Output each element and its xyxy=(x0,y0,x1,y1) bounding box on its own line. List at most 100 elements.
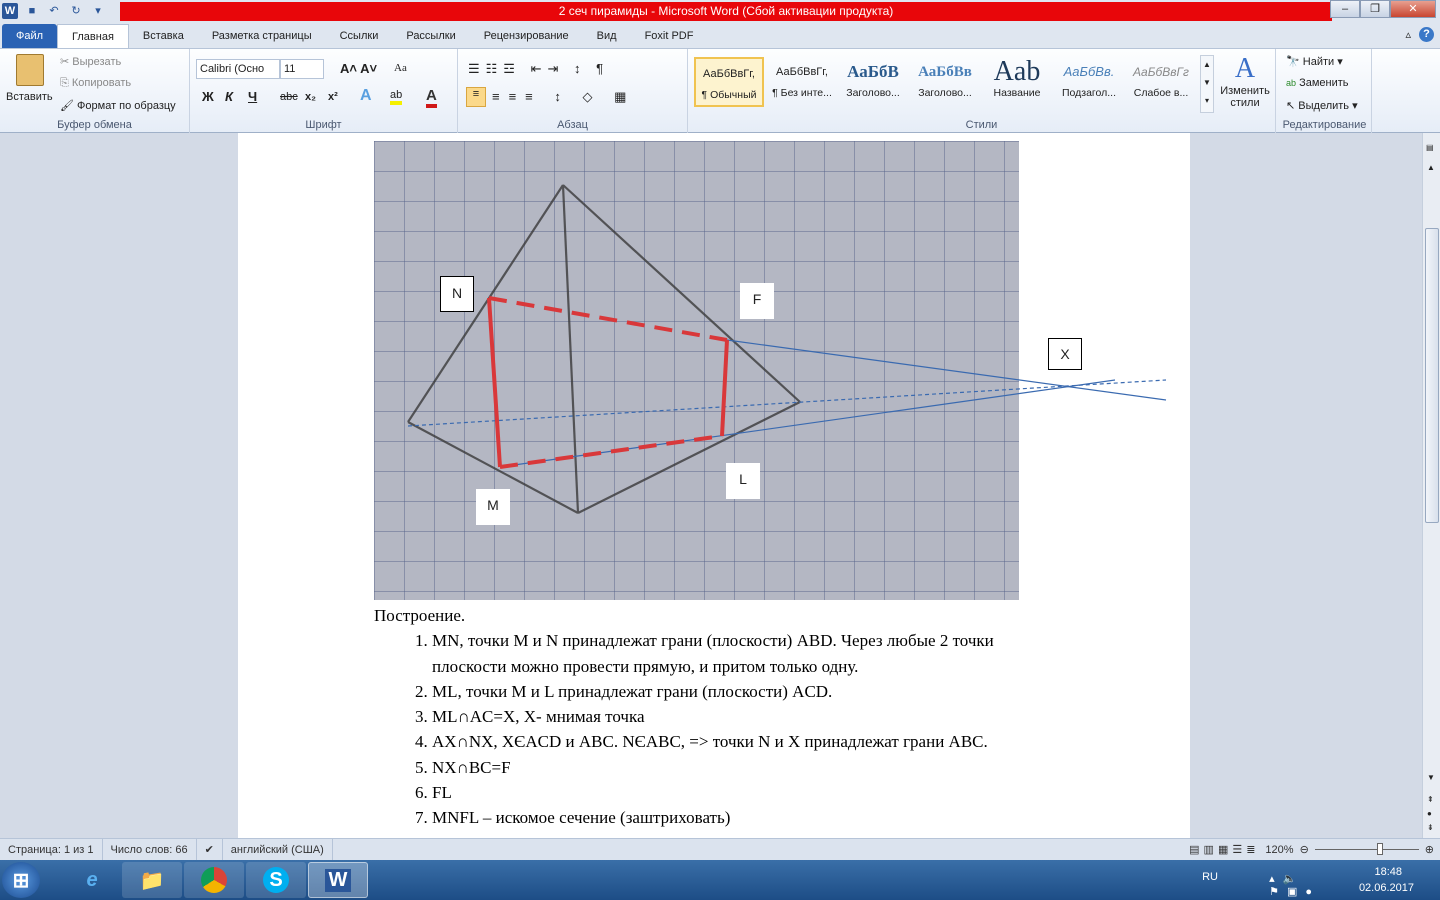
style-no-spacing[interactable]: АаБбВвГг, ¶ Без инте... xyxy=(767,57,837,107)
redo-icon[interactable]: ↻ xyxy=(68,3,84,19)
ruler-toggle-icon[interactable]: ▤ xyxy=(1426,143,1434,152)
group-label: Буфер обмена xyxy=(57,119,132,131)
word-count[interactable]: Число слов: 66 xyxy=(103,838,197,861)
replace-button[interactable]: ab Заменить xyxy=(1286,77,1349,89)
strikethrough-button[interactable]: abc xyxy=(280,91,298,103)
document-page[interactable]: N F X M L Построение. MN, точки M и N пр… xyxy=(238,133,1190,838)
zoom-in-icon[interactable]: ⊕ xyxy=(1425,843,1434,856)
subscript-button[interactable]: x₂ xyxy=(305,91,316,103)
align-left-icon[interactable]: ≡ xyxy=(466,87,486,107)
tab-mailings[interactable]: Рассылки xyxy=(392,24,469,48)
label-X: X xyxy=(1048,338,1082,370)
word-app-icon[interactable]: W xyxy=(2,3,18,19)
list-icons[interactable]: ☰☷☲ ⇤⇥ ↕ ¶ xyxy=(468,61,609,77)
paste-icon[interactable] xyxy=(16,54,44,86)
format-painter-button[interactable]: 🖌 Формат по образцу xyxy=(60,99,176,112)
scroll-down-icon[interactable]: ▼ xyxy=(1427,773,1435,782)
scroll-thumb[interactable] xyxy=(1425,228,1439,523)
proofing-icon[interactable]: ✔ xyxy=(197,838,223,861)
font-size-select[interactable]: 11 xyxy=(280,59,324,79)
clock-time[interactable]: 18:48 xyxy=(1374,866,1402,878)
zoom-slider-thumb[interactable] xyxy=(1377,843,1384,855)
font-name-select[interactable]: Calibri (Осно xyxy=(196,59,280,79)
internet-explorer-icon[interactable]: e xyxy=(62,862,122,898)
style-title[interactable]: Aab Название xyxy=(982,57,1052,107)
style-heading2[interactable]: АаБбВв Заголово... xyxy=(910,57,980,107)
view-buttons[interactable]: ▤▥▦☰≣ xyxy=(1189,843,1259,856)
style-name: Слабое в... xyxy=(1133,87,1189,99)
tab-foxit-pdf[interactable]: Foxit PDF xyxy=(631,24,708,48)
minimize-button[interactable]: – xyxy=(1330,0,1360,18)
style-normal[interactable]: АаБбВвГг, ¶ Обычный xyxy=(694,57,764,107)
italic-button[interactable]: К xyxy=(225,89,233,104)
vertical-scrollbar[interactable]: ▤ ▲ ▼ ⇞ ● ⇟ xyxy=(1422,133,1440,838)
window-title: 2 сеч пирамиды - Microsoft Word (Сбой ак… xyxy=(120,2,1332,21)
tab-home[interactable]: Главная xyxy=(57,24,129,48)
editing-group: 🔭 Найти ▾ ab Заменить ↖ Выделить ▾ Редак… xyxy=(1278,49,1372,133)
step-item: NX∩BC=F xyxy=(432,755,1072,780)
tab-insert[interactable]: Вставка xyxy=(129,24,198,48)
styles-scroll-icon[interactable]: ▲ ▼ ▾ xyxy=(1200,55,1214,113)
style-name: Заголово... xyxy=(918,87,972,99)
cut-button[interactable]: ✂ Вырезать xyxy=(60,55,121,68)
label-N: N xyxy=(440,276,474,312)
highlight-icon[interactable]: ab xyxy=(390,89,403,105)
alignment-icons[interactable]: ≡≡≡ ↕ ◇ ▦ xyxy=(492,89,635,105)
tab-page-layout[interactable]: Разметка страницы xyxy=(198,24,326,48)
group-label: Редактирование xyxy=(1282,119,1367,131)
style-heading1[interactable]: АаБбВ Заголово... xyxy=(838,57,908,107)
help-icon[interactable]: ? xyxy=(1419,27,1434,42)
paste-button[interactable]: Вставить xyxy=(6,91,53,103)
minimize-ribbon-icon[interactable]: ▵ xyxy=(1405,28,1411,41)
style-sample: Aab xyxy=(993,57,1041,87)
bold-button[interactable]: Ж xyxy=(202,89,214,104)
skype-icon[interactable]: S xyxy=(246,862,306,898)
tab-review[interactable]: Рецензирование xyxy=(470,24,583,48)
explorer-icon[interactable]: 📁 xyxy=(122,862,182,898)
save-icon[interactable]: ■ xyxy=(24,3,40,19)
start-button[interactable]: ⊞ xyxy=(2,862,40,898)
language[interactable]: английский (США) xyxy=(223,838,333,861)
copy-button[interactable]: ⎘ Копировать xyxy=(60,77,131,90)
chrome-icon[interactable] xyxy=(184,862,244,898)
tab-view[interactable]: Вид xyxy=(583,24,631,48)
find-button[interactable]: 🔭 Найти ▾ xyxy=(1286,55,1343,68)
zoom-slider[interactable] xyxy=(1314,843,1419,855)
input-language[interactable]: RU xyxy=(1202,871,1218,883)
style-subtle-emphasis[interactable]: АаБбВвГг Слабое в... xyxy=(1126,57,1196,107)
customize-qat-icon[interactable]: ▾ xyxy=(90,3,106,19)
change-styles-button[interactable]: A Изменить стили xyxy=(1216,53,1274,109)
select-button[interactable]: ↖ Выделить ▾ xyxy=(1286,99,1358,112)
page-count[interactable]: Страница: 1 из 1 xyxy=(0,838,103,861)
change-case-button[interactable]: Aa xyxy=(394,62,407,74)
superscript-button[interactable]: x² xyxy=(328,91,338,103)
zoom-level[interactable]: 120% xyxy=(1265,844,1293,856)
format-painter-label: Формат по образцу xyxy=(77,100,176,112)
label-F: F xyxy=(740,283,774,319)
style-subtitle[interactable]: АаБбВв. Подзагол... xyxy=(1054,57,1124,107)
undo-icon[interactable]: ↶ xyxy=(46,3,62,19)
ribbon-tabs: Файл Главная Вставка Разметка страницы С… xyxy=(0,22,1440,48)
browse-object-icons[interactable]: ⇞ ● ⇟ xyxy=(1427,793,1434,835)
style-name: ¶ Обычный xyxy=(701,89,757,101)
document-area: N F X M L Построение. MN, точки M и N пр… xyxy=(0,133,1422,838)
font-color-icon[interactable]: A xyxy=(426,87,437,108)
underline-button[interactable]: Ч xyxy=(248,89,257,104)
tray-icons[interactable]: ▴🔈⚑▣● xyxy=(1269,872,1320,898)
step-item: MNFL – искомое сечение (заштриховать) xyxy=(432,805,1072,830)
clock-date[interactable]: 02.06.2017 xyxy=(1359,882,1414,894)
style-sample: АаБбВв. xyxy=(1063,64,1115,79)
restore-button[interactable]: ❐ xyxy=(1360,0,1390,18)
select-label: Выделить xyxy=(1298,100,1350,112)
style-sample: АаБбВвГг, xyxy=(703,68,755,80)
text-effects-icon[interactable]: A xyxy=(360,87,372,105)
tab-file[interactable]: Файл xyxy=(2,24,58,48)
zoom-out-icon[interactable]: ⊖ xyxy=(1300,843,1309,856)
document-text[interactable]: Построение. MN, точки M и N принадлежат … xyxy=(374,603,1072,831)
scroll-up-icon[interactable]: ▲ xyxy=(1427,163,1435,172)
close-button[interactable]: ✕ xyxy=(1390,0,1436,18)
tab-references[interactable]: Ссылки xyxy=(326,24,393,48)
word-taskbar-icon[interactable]: W xyxy=(308,862,368,898)
grow-font-icon[interactable]: A˄ A˅ xyxy=(340,61,377,76)
style-name: ¶ Без инте... xyxy=(772,87,832,99)
